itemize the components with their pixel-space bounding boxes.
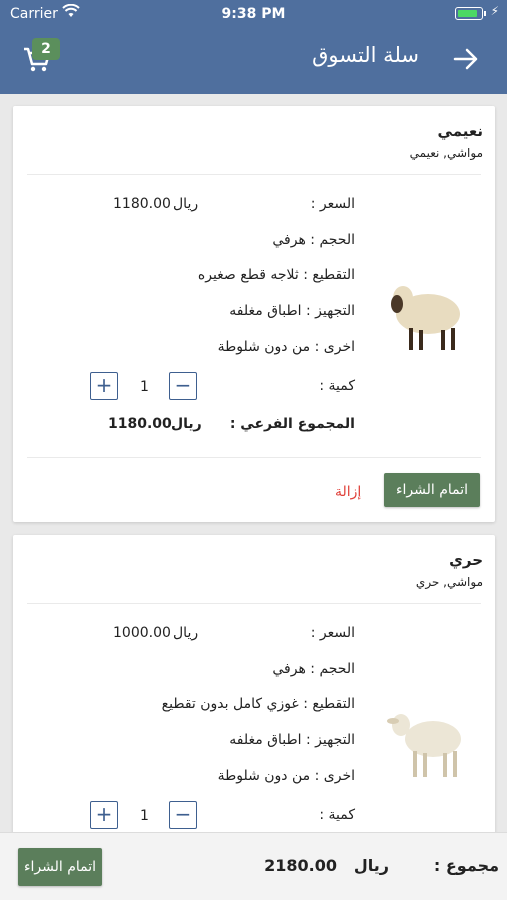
subtotal-currency: ريال — [171, 416, 202, 432]
status-bar: Carrier 9:38 PM ⚡ — [0, 0, 507, 28]
price-currency: ريال — [173, 625, 199, 641]
total-value: 2180.00 — [264, 856, 337, 875]
cart-count-badge: 2 — [32, 38, 60, 60]
footer-checkout-button[interactable]: اتمام الشراء — [18, 848, 102, 886]
divider — [27, 174, 481, 175]
other-line: اخرى : من دون شلوطة — [217, 339, 355, 355]
total-label: مجموع : — [433, 856, 499, 875]
subtotal-label: المجموع الفرعي : — [229, 416, 355, 432]
increase-quantity-button[interactable]: + — [90, 801, 118, 829]
quantity-value: 1 — [140, 808, 149, 824]
decrease-quantity-button[interactable]: − — [169, 372, 197, 400]
subtotal-value: 1180.00 — [108, 416, 172, 432]
cart-item-card: نعيمي مواشي, نعيمي السعر : ريال 1180.00 … — [13, 106, 495, 522]
preparation-line: التجهيز : اطباق مغلفه — [229, 303, 355, 319]
total-currency: ريال — [353, 856, 389, 875]
cutting-line: التقطيع : ثلاجه قطع صغيره — [197, 267, 355, 283]
page-title: سلة التسوق — [312, 43, 419, 67]
other-line: اخرى : من دون شلوطة — [217, 768, 355, 784]
quantity-value: 1 — [140, 379, 149, 395]
charging-icon: ⚡ — [490, 4, 499, 18]
app-header: Carrier 9:38 PM ⚡ 2 سلة التسوق — [0, 0, 507, 94]
cart-footer: اتمام الشراء مجموع : ريال 2180.00 — [0, 832, 507, 900]
checkout-button[interactable]: اتمام الشراء — [384, 473, 480, 507]
price-value: 1180.00 — [113, 196, 171, 212]
price-label: السعر : — [310, 625, 355, 641]
price-currency: ريال — [173, 196, 199, 212]
back-arrow-icon[interactable] — [453, 46, 479, 72]
size-line: الحجم : هرفي — [272, 232, 355, 248]
divider — [27, 603, 481, 604]
preparation-line: التجهيز : اطباق مغلفه — [229, 732, 355, 748]
size-line: الحجم : هرفي — [272, 661, 355, 677]
increase-quantity-button[interactable]: + — [90, 372, 118, 400]
cart-item-card: حري مواشي, حري السعر : ريال 1000.00 الحج… — [13, 535, 495, 855]
price-value: 1000.00 — [113, 625, 171, 641]
product-name: حري — [449, 551, 483, 569]
product-image — [391, 286, 460, 350]
quantity-label: كمية : — [319, 378, 355, 394]
clock: 9:38 PM — [221, 6, 286, 22]
product-image — [387, 714, 461, 777]
battery-icon — [455, 7, 486, 20]
quantity-label: كمية : — [319, 807, 355, 823]
decrease-quantity-button[interactable]: − — [169, 801, 197, 829]
remove-item-link[interactable]: إزالة — [335, 484, 361, 500]
product-category: مواشي, نعيمي — [409, 146, 483, 160]
divider — [27, 457, 481, 458]
battery-level — [458, 10, 477, 17]
product-name: نعيمي — [437, 122, 483, 140]
price-label: السعر : — [310, 196, 355, 212]
cutting-line: التقطيع : غوزي كامل بدون تقطيع — [161, 696, 355, 712]
product-category: مواشي, حري — [415, 575, 483, 589]
